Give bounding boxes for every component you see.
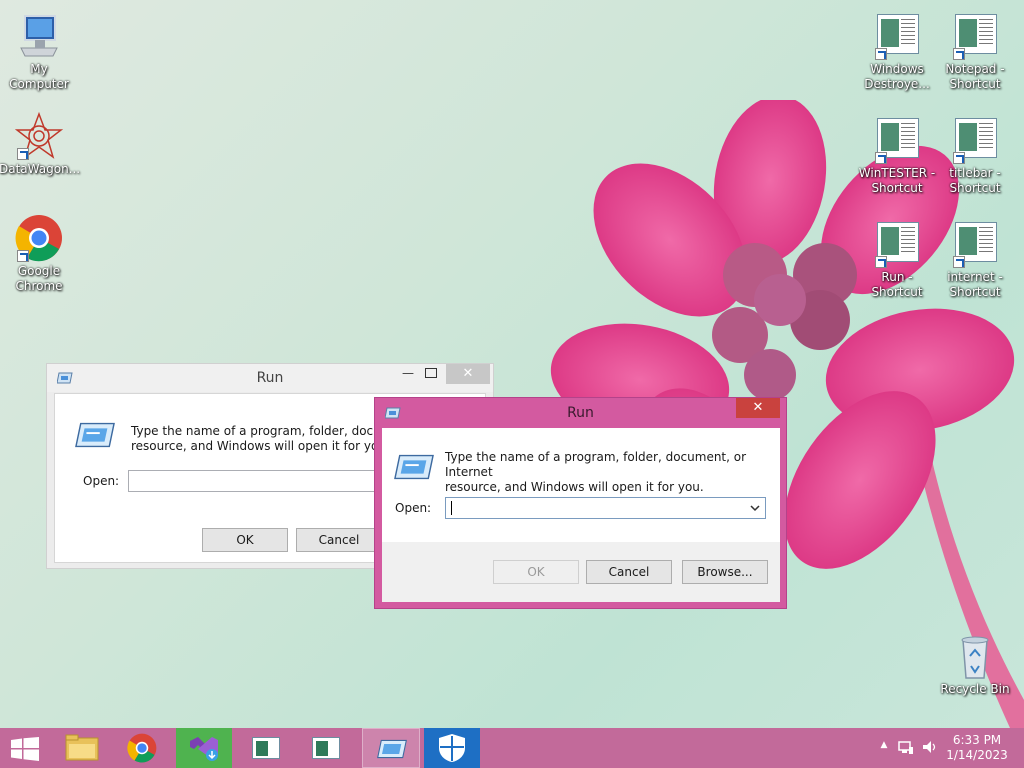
desktop-icon-notepad-shortcut[interactable]: Notepad - Shortcut — [935, 12, 1015, 92]
desktop-icon-titlebar-shortcut[interactable]: titlebar - Shortcut — [935, 116, 1015, 196]
datawagon-icon — [14, 111, 64, 160]
desktop-icon-google-chrome[interactable]: Google Chrome — [0, 214, 79, 294]
volume-icon[interactable] — [922, 739, 938, 755]
window-title: Run — [567, 405, 594, 421]
shortcut-doc-icon — [951, 220, 999, 268]
dialog-footer: OK Cancel Browse... — [382, 542, 780, 602]
desktop-icon-label: titlebar - Shortcut — [949, 166, 1001, 195]
taskbar-windows-defender[interactable] — [424, 728, 480, 768]
taskbar-chrome[interactable] — [116, 728, 168, 768]
windows-logo-icon — [11, 737, 39, 761]
shortcut-arrow-icon — [17, 148, 29, 160]
cancel-button[interactable]: Cancel — [296, 528, 382, 552]
desktop-icon-label: Run - Shortcut — [871, 270, 923, 299]
close-button[interactable]: ✕ — [446, 364, 490, 384]
recycle-bin-icon — [951, 632, 999, 680]
run-dialog-active[interactable]: Run ✕ Type the name of a program, folder… — [374, 397, 787, 609]
shortcut-doc-icon — [873, 12, 921, 60]
run-icon — [377, 739, 407, 759]
maximize-button[interactable] — [425, 368, 437, 378]
desktop-icon-label: Google Chrome — [15, 264, 63, 293]
shortcut-doc-icon — [873, 220, 921, 268]
dialog-body: Type the name of a program, folder, docu… — [382, 428, 780, 602]
chrome-icon — [15, 214, 63, 262]
shortcut-doc-icon — [951, 12, 999, 60]
taskbar-app-window-1[interactable] — [240, 728, 292, 768]
browse-button[interactable]: Browse... — [682, 560, 768, 584]
open-label: Open: — [83, 474, 120, 488]
chevron-down-icon[interactable] — [748, 500, 762, 516]
desktop-icon-label: Windows Destroye... — [864, 62, 930, 91]
ok-button[interactable]: OK — [493, 560, 579, 584]
minimize-button[interactable]: — — [399, 366, 417, 384]
titlebar[interactable]: Run ✕ — [375, 398, 786, 428]
cancel-button[interactable]: Cancel — [586, 560, 672, 584]
taskbar: ▲ 6:33 PM 1/14/2023 — [0, 728, 1024, 768]
desktop-icon-internet-shortcut[interactable]: internet - Shortcut — [935, 220, 1015, 300]
shortcut-doc-icon — [873, 116, 921, 164]
dialog-description-line1: Type the name of a program, folder, docu… — [131, 424, 408, 438]
open-input[interactable] — [445, 497, 766, 519]
desktop-icon-label: internet - Shortcut — [947, 270, 1003, 299]
desktop-icon-label: Recycle Bin — [940, 682, 1010, 696]
desktop-icon-run-shortcut[interactable]: Run - Shortcut — [857, 220, 937, 300]
clock-date: 1/14/2023 — [946, 748, 1008, 762]
desktop-icon-datawagon[interactable]: DataWagon... — [0, 111, 81, 177]
computer-icon — [15, 12, 63, 60]
text-cursor — [451, 501, 452, 515]
clock[interactable]: 6:33 PM 1/14/2023 — [946, 733, 1008, 763]
app-window-icon — [252, 737, 280, 759]
folder-icon — [65, 734, 99, 761]
desktop-icon-label: DataWagon... — [0, 162, 81, 176]
taskbar-visual-studio-installer[interactable] — [176, 728, 232, 768]
taskbar-file-explorer[interactable] — [56, 728, 108, 768]
show-hidden-icons-button[interactable]: ▲ — [878, 740, 890, 754]
desktop-icon-recycle-bin[interactable]: Recycle Bin — [935, 632, 1015, 697]
clock-time: 6:33 PM — [952, 733, 1002, 747]
network-icon[interactable] — [898, 739, 914, 755]
taskbar-app-window-2[interactable] — [300, 728, 352, 768]
run-program-icon — [394, 454, 434, 480]
titlebar[interactable]: Run — ✕ — [47, 364, 493, 392]
dialog-description-line1: Type the name of a program, folder, docu… — [445, 450, 747, 479]
dialog-description-line2: resource, and Windows will open it for y… — [445, 480, 704, 494]
desktop-icon-label: WinTESTER - Shortcut — [858, 166, 936, 195]
run-program-icon — [75, 422, 115, 448]
taskbar-run-dialog[interactable] — [362, 728, 420, 768]
chrome-icon — [127, 733, 157, 763]
desktop-icon-my-computer[interactable]: My Computer — [0, 12, 79, 92]
shield-icon — [439, 734, 465, 762]
desktop-icon-wintester-shortcut[interactable]: WinTESTER - Shortcut — [857, 116, 937, 196]
desktop-icon-label: Notepad - Shortcut — [945, 62, 1005, 91]
system-tray: ▲ 6:33 PM 1/14/2023 — [864, 728, 1024, 768]
shortcut-doc-icon — [951, 116, 999, 164]
desktop-icon-windows-destroyer[interactable]: Windows Destroye... — [857, 12, 937, 92]
dialog-description-line2: resource, and Windows will open it for y… — [131, 439, 390, 453]
shortcut-arrow-icon — [17, 250, 29, 262]
desktop-icon-label: My Computer — [9, 62, 69, 91]
close-button[interactable]: ✕ — [736, 398, 780, 418]
ok-button[interactable]: OK — [202, 528, 288, 552]
visual-studio-icon — [190, 737, 218, 761]
start-button[interactable] — [0, 728, 52, 768]
app-window-icon — [312, 737, 340, 759]
open-label: Open: — [395, 501, 432, 515]
